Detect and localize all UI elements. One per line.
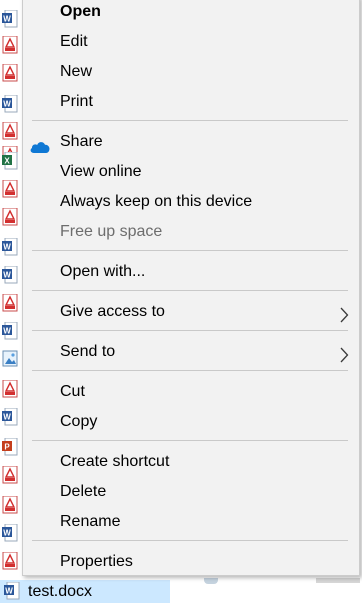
status-fragment — [204, 578, 218, 584]
menu-item-cut[interactable]: Cut — [23, 377, 359, 407]
menu-item-delete[interactable]: Delete — [23, 477, 359, 507]
pdf-icon[interactable] — [2, 36, 18, 54]
menu-item-label: Create shortcut — [60, 453, 170, 470]
svg-text:W: W — [5, 587, 13, 596]
svg-text:W: W — [3, 243, 11, 252]
menu-item-label: Always keep on this device — [60, 193, 253, 210]
menu-separator — [32, 330, 348, 331]
menu-item-give-access-to[interactable]: Give access to — [23, 297, 359, 327]
menu-item-label: Free up space — [60, 223, 163, 240]
pdf-icon[interactable] — [2, 122, 18, 140]
menu-item-view-online[interactable]: View online — [23, 157, 359, 187]
word-icon[interactable]: W — [2, 408, 18, 426]
menu-item-label: Rename — [60, 513, 121, 530]
menu-separator — [32, 440, 348, 441]
explorer-file-list: W W X W W W W P W — [0, 0, 22, 603]
menu-separator — [32, 370, 348, 371]
svg-text:X: X — [4, 157, 10, 166]
menu-item-label: Edit — [60, 33, 88, 50]
menu-item-label: Open — [60, 3, 101, 20]
menu-separator — [32, 540, 348, 541]
menu-item-free-up-space: Free up space — [23, 217, 359, 247]
chevron-right-icon — [339, 344, 349, 363]
menu-item-new[interactable]: New — [23, 57, 359, 87]
menu-item-label: Copy — [60, 413, 98, 430]
word-icon[interactable]: W — [2, 524, 18, 542]
menu-item-label: Properties — [60, 553, 133, 570]
menu-separator — [32, 290, 348, 291]
powerpoint-icon[interactable]: P — [2, 438, 18, 456]
menu-item-always-keep[interactable]: Always keep on this device — [23, 187, 359, 217]
svg-text:W: W — [3, 413, 11, 422]
menu-item-open-with[interactable]: Open with... — [23, 257, 359, 287]
menu-item-label: Open with... — [60, 263, 146, 280]
word-icon[interactable]: W — [2, 266, 18, 284]
menu-item-label: New — [60, 63, 93, 80]
svg-text:W: W — [3, 529, 11, 538]
pdf-icon[interactable] — [2, 496, 18, 514]
pdf-icon[interactable] — [2, 208, 18, 226]
menu-separator — [32, 120, 348, 121]
word-icon[interactable]: W — [2, 10, 18, 28]
chevron-right-icon — [339, 304, 349, 323]
svg-text:W: W — [3, 271, 11, 280]
menu-item-send-to[interactable]: Send to — [23, 337, 359, 367]
word-icon[interactable]: W — [2, 238, 18, 256]
pdf-icon[interactable] — [2, 466, 18, 484]
excel-icon[interactable]: X — [2, 152, 18, 170]
selected-file-name: test.docx — [28, 583, 93, 600]
menu-item-properties[interactable]: Properties — [23, 547, 359, 577]
menu-item-create-shortcut[interactable]: Create shortcut — [23, 447, 359, 477]
menu-item-copy[interactable]: Copy — [23, 407, 359, 437]
image-icon[interactable] — [2, 350, 18, 368]
word-icon[interactable]: W — [2, 322, 18, 340]
menu-item-label: Share — [60, 133, 103, 150]
menu-item-label: View online — [60, 163, 142, 180]
selected-file-row[interactable]: W test.docx — [0, 580, 170, 603]
menu-item-open[interactable]: Open — [23, 0, 359, 27]
svg-text:W: W — [3, 327, 11, 336]
screen: W W X W W W W P W W test.docx Open Edit … — [0, 0, 362, 603]
menu-item-share[interactable]: Share — [23, 127, 359, 157]
pdf-icon[interactable] — [2, 180, 18, 198]
pdf-icon[interactable] — [2, 64, 18, 82]
pdf-icon[interactable] — [2, 552, 18, 570]
menu-item-label: Print — [60, 93, 93, 110]
menu-item-edit[interactable]: Edit — [23, 27, 359, 57]
menu-item-print[interactable]: Print — [23, 87, 359, 117]
svg-text:W: W — [3, 100, 11, 109]
context-menu: Open Edit New Print Share View online Al… — [22, 0, 360, 576]
menu-item-label: Send to — [60, 343, 116, 360]
column-fragment — [316, 578, 360, 583]
word-icon[interactable]: W — [2, 95, 18, 113]
onedrive-cloud-icon — [29, 135, 51, 153]
menu-separator — [32, 250, 348, 251]
explorer-bottom-row: W test.docx — [0, 578, 362, 603]
menu-item-label: Give access to — [60, 303, 165, 320]
svg-text:P: P — [4, 443, 10, 452]
word-icon: W — [4, 581, 20, 603]
menu-item-label: Cut — [60, 383, 85, 400]
pdf-icon[interactable] — [2, 294, 18, 312]
svg-text:W: W — [3, 15, 11, 24]
pdf-icon[interactable] — [2, 380, 18, 398]
menu-item-label: Delete — [60, 483, 107, 500]
menu-item-rename[interactable]: Rename — [23, 507, 359, 537]
